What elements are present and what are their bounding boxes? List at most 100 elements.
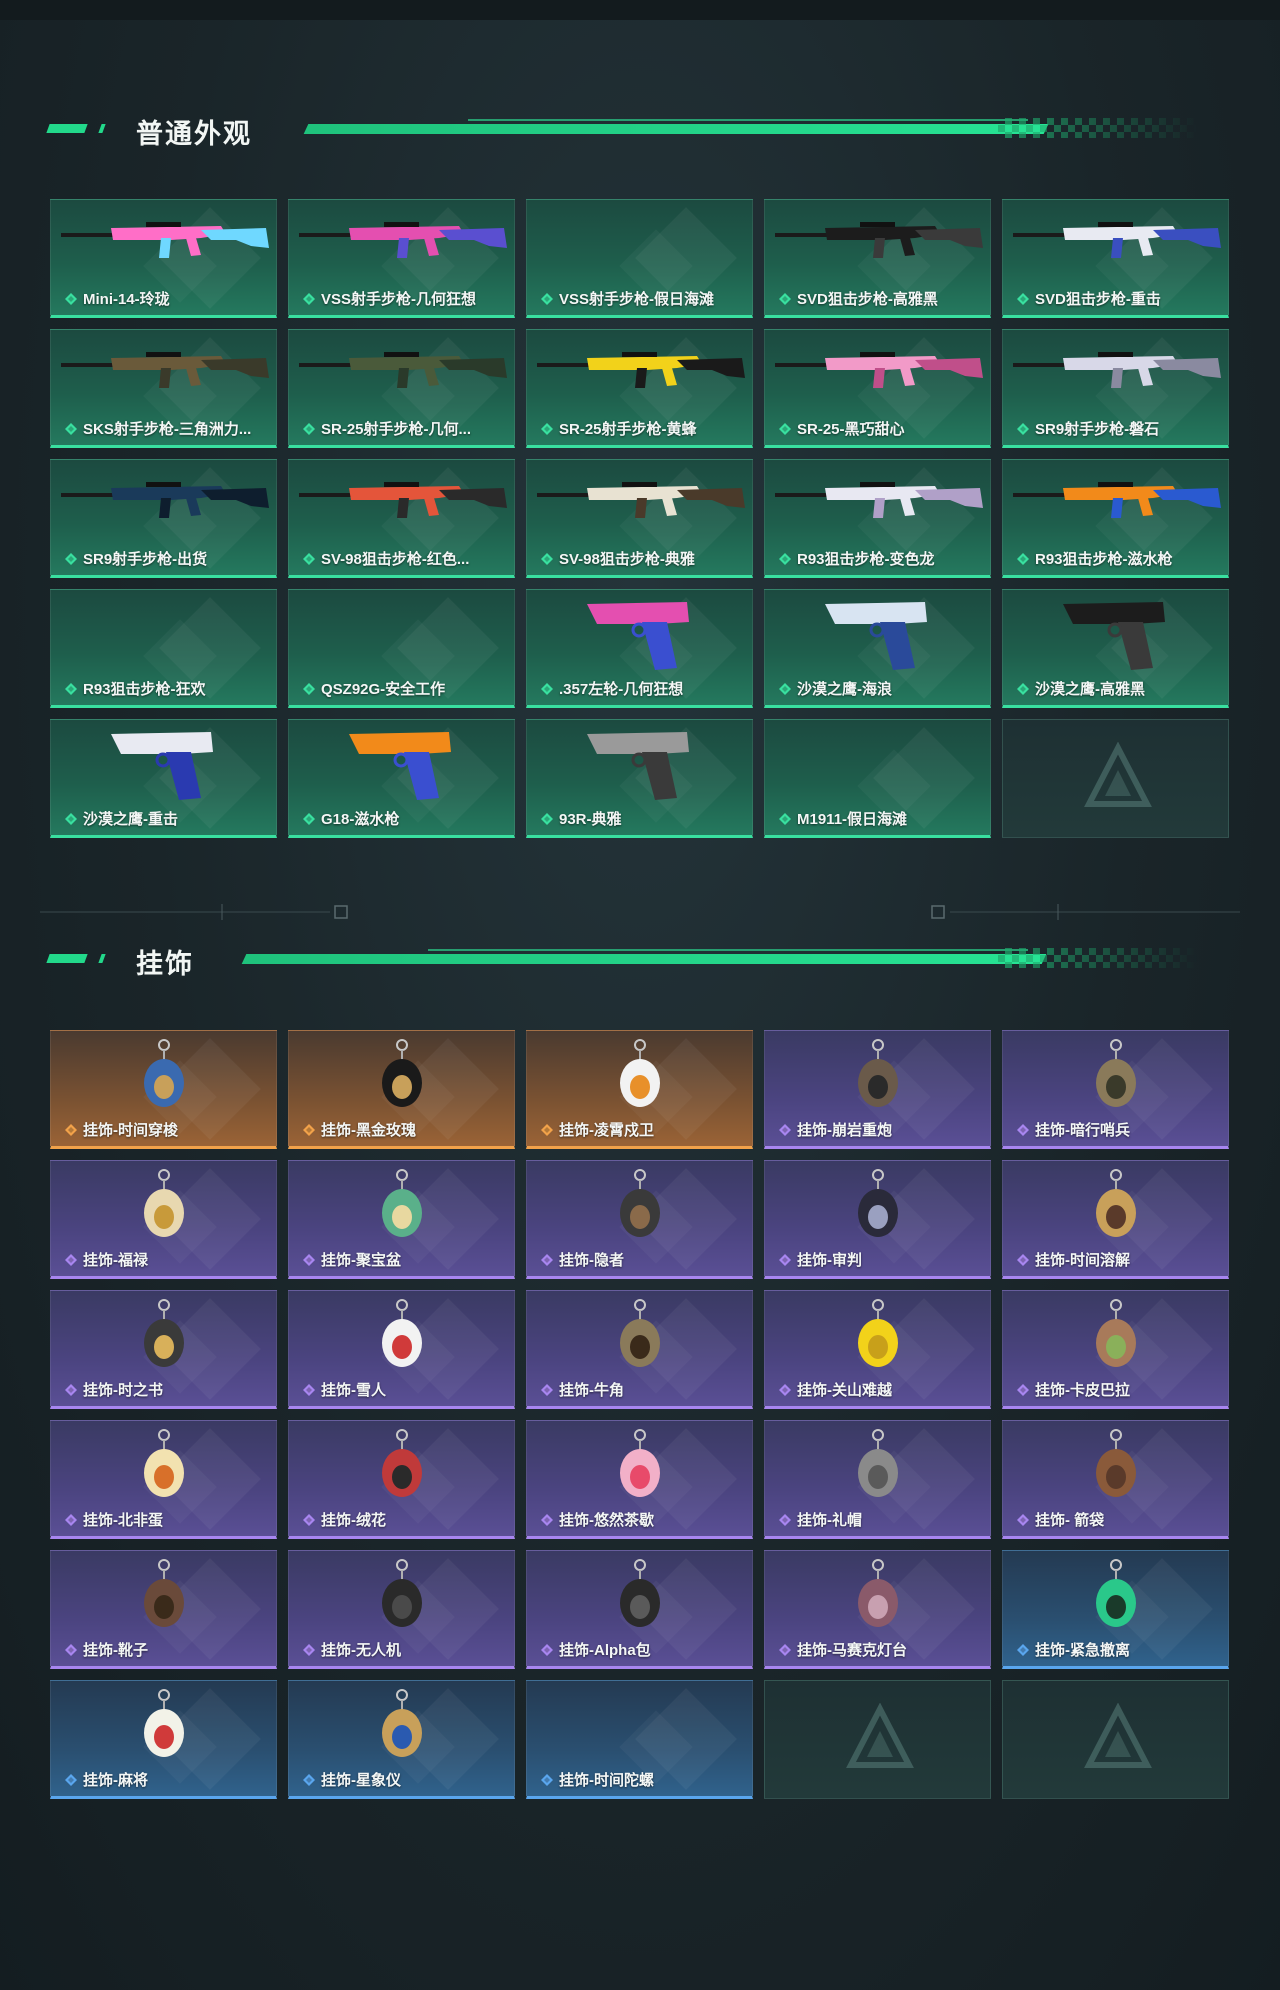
item-label: 挂饰-时间陀螺 xyxy=(559,1772,654,1789)
item-card[interactable]: QSZ92G-安全工作 xyxy=(288,589,515,708)
item-label: SVD狙击步枪-重击 xyxy=(1035,291,1161,308)
item-card[interactable]: 挂饰- 箭袋 xyxy=(1002,1420,1229,1539)
item-card[interactable]: 挂饰-紧急撤离 xyxy=(1002,1550,1229,1669)
item-label: 挂饰-关山难越 xyxy=(797,1382,892,1399)
item-card[interactable]: SR-25-黑巧甜心 xyxy=(764,329,991,448)
item-art xyxy=(765,330,990,418)
item-card[interactable]: 挂饰-隐者 xyxy=(526,1160,753,1279)
top-band xyxy=(0,0,1280,20)
item-card[interactable]: 挂饰-凌霄戍卫 xyxy=(526,1030,753,1149)
item-card[interactable]: 挂饰-暗行哨兵 xyxy=(1002,1030,1229,1149)
delta-logo-icon xyxy=(1084,742,1152,807)
item-label-row: 挂饰-审判 xyxy=(779,1249,984,1270)
item-card[interactable]: SKS射手步枪-三角洲力... xyxy=(50,329,277,448)
diamond-icon xyxy=(65,812,77,825)
item-card[interactable]: SV-98狙击步枪-红色... xyxy=(288,459,515,578)
item-card[interactable]: 挂饰-福禄 xyxy=(50,1160,277,1279)
item-card[interactable]: 挂饰-时间陀螺 xyxy=(526,1680,753,1799)
rarity-mark xyxy=(65,552,77,565)
diamond-icon xyxy=(541,1123,553,1136)
item-card[interactable]: 挂饰-时间穿梭 xyxy=(50,1030,277,1149)
item-art xyxy=(527,1681,752,1769)
item-card[interactable]: 沙漠之鹰-高雅黑 xyxy=(1002,589,1229,708)
item-card[interactable]: SR-25射手步枪-黄蜂 xyxy=(526,329,753,448)
item-label-row: 挂饰-北非蛋 xyxy=(65,1509,270,1530)
item-label: SV-98狙击步枪-红色... xyxy=(321,551,470,568)
item-card[interactable]: 挂饰-星象仪 xyxy=(288,1680,515,1799)
diamond-icon xyxy=(779,682,791,695)
rarity-mark xyxy=(779,292,791,305)
item-card[interactable]: SR-25射手步枪-几何... xyxy=(288,329,515,448)
item-card[interactable]: 挂饰-聚宝盆 xyxy=(288,1160,515,1279)
item-label-row: G18-滋水枪 xyxy=(303,808,508,829)
charm-icon xyxy=(858,1299,898,1367)
header-accent-tick xyxy=(98,954,106,963)
item-label: SR-25-黑巧甜心 xyxy=(797,421,905,438)
item-art xyxy=(1003,1291,1228,1379)
charm-icon xyxy=(144,1039,184,1107)
item-card[interactable]: G18-滋水枪 xyxy=(288,719,515,838)
item-label-row: SV-98狙击步枪-典雅 xyxy=(541,548,746,569)
item-label: 挂饰-靴子 xyxy=(83,1642,148,1659)
item-card[interactable]: M1911-假日海滩 xyxy=(764,719,991,838)
diamond-icon xyxy=(303,1383,315,1396)
item-card[interactable]: 挂饰-黑金玫瑰 xyxy=(288,1030,515,1149)
item-art xyxy=(765,1031,990,1119)
item-card[interactable]: 挂饰-无人机 xyxy=(288,1550,515,1669)
item-art xyxy=(289,200,514,288)
rifle-icon xyxy=(61,352,269,388)
item-art xyxy=(1003,460,1228,548)
item-card[interactable]: SR9射手步枪-出货 xyxy=(50,459,277,578)
item-card[interactable]: 挂饰-关山难越 xyxy=(764,1290,991,1409)
item-card[interactable]: 沙漠之鹰-重击 xyxy=(50,719,277,838)
item-label-row: QSZ92G-安全工作 xyxy=(303,678,508,699)
pistol-icon xyxy=(111,732,213,800)
item-card[interactable]: 挂饰-卡皮巴拉 xyxy=(1002,1290,1229,1409)
rarity-mark xyxy=(779,552,791,565)
item-card[interactable]: 挂饰-悠然茶歇 xyxy=(526,1420,753,1539)
item-card[interactable]: 挂饰-绒花 xyxy=(288,1420,515,1539)
item-label: SR9射手步枪-出货 xyxy=(83,551,208,568)
item-card[interactable]: 挂饰-马赛克灯台 xyxy=(764,1550,991,1669)
item-label-row: SR9射手步枪-出货 xyxy=(65,548,270,569)
item-card[interactable]: 挂饰-靴子 xyxy=(50,1550,277,1669)
diamond-icon xyxy=(1017,682,1029,695)
item-card[interactable]: 挂饰-Alpha包 xyxy=(526,1550,753,1669)
rarity-mark xyxy=(1017,1513,1029,1526)
item-card[interactable]: VSS射手步枪-几何狂想 xyxy=(288,199,515,318)
item-card[interactable]: R93狙击步枪-狂欢 xyxy=(50,589,277,708)
item-card[interactable]: 挂饰-礼帽 xyxy=(764,1420,991,1539)
rarity-mark xyxy=(541,1383,553,1396)
rifle-icon xyxy=(1013,482,1221,518)
rifle-icon xyxy=(299,352,507,388)
item-card[interactable]: R93狙击步枪-变色龙 xyxy=(764,459,991,578)
item-card[interactable]: 挂饰-牛角 xyxy=(526,1290,753,1409)
item-card[interactable]: 93R-典雅 xyxy=(526,719,753,838)
item-card[interactable]: Mini-14-玲珑 xyxy=(50,199,277,318)
item-card[interactable]: 挂饰-时之书 xyxy=(50,1290,277,1409)
item-card[interactable]: 沙漠之鹰-海浪 xyxy=(764,589,991,708)
item-card[interactable]: SV-98狙击步枪-典雅 xyxy=(526,459,753,578)
item-label: 沙漠之鹰-高雅黑 xyxy=(1035,681,1145,698)
charm-icon xyxy=(382,1559,422,1627)
item-card[interactable]: VSS射手步枪-假日海滩 xyxy=(526,199,753,318)
diamond-icon xyxy=(1017,422,1029,435)
rarity-mark xyxy=(303,682,315,695)
item-card[interactable]: R93狙击步枪-滋水枪 xyxy=(1002,459,1229,578)
item-card[interactable]: 挂饰-崩岩重炮 xyxy=(764,1030,991,1149)
rarity-mark xyxy=(541,1643,553,1656)
item-card[interactable]: 挂饰-时间溶解 xyxy=(1002,1160,1229,1279)
diamond-icon xyxy=(65,682,77,695)
item-card[interactable]: SR9射手步枪-磐石 xyxy=(1002,329,1229,448)
item-card[interactable]: 挂饰-审判 xyxy=(764,1160,991,1279)
item-card[interactable]: .357左轮-几何狂想 xyxy=(526,589,753,708)
empty-slot xyxy=(1002,719,1229,838)
item-card[interactable]: 挂饰-北非蛋 xyxy=(50,1420,277,1539)
item-label-row: 沙漠之鹰-海浪 xyxy=(779,678,984,699)
item-card[interactable]: 挂饰-麻将 xyxy=(50,1680,277,1799)
item-card[interactable]: SVD狙击步枪-高雅黑 xyxy=(764,199,991,318)
item-card[interactable]: 挂饰-雪人 xyxy=(288,1290,515,1409)
item-label: .357左轮-几何狂想 xyxy=(559,681,684,698)
diamond-icon xyxy=(779,812,791,825)
item-card[interactable]: SVD狙击步枪-重击 xyxy=(1002,199,1229,318)
